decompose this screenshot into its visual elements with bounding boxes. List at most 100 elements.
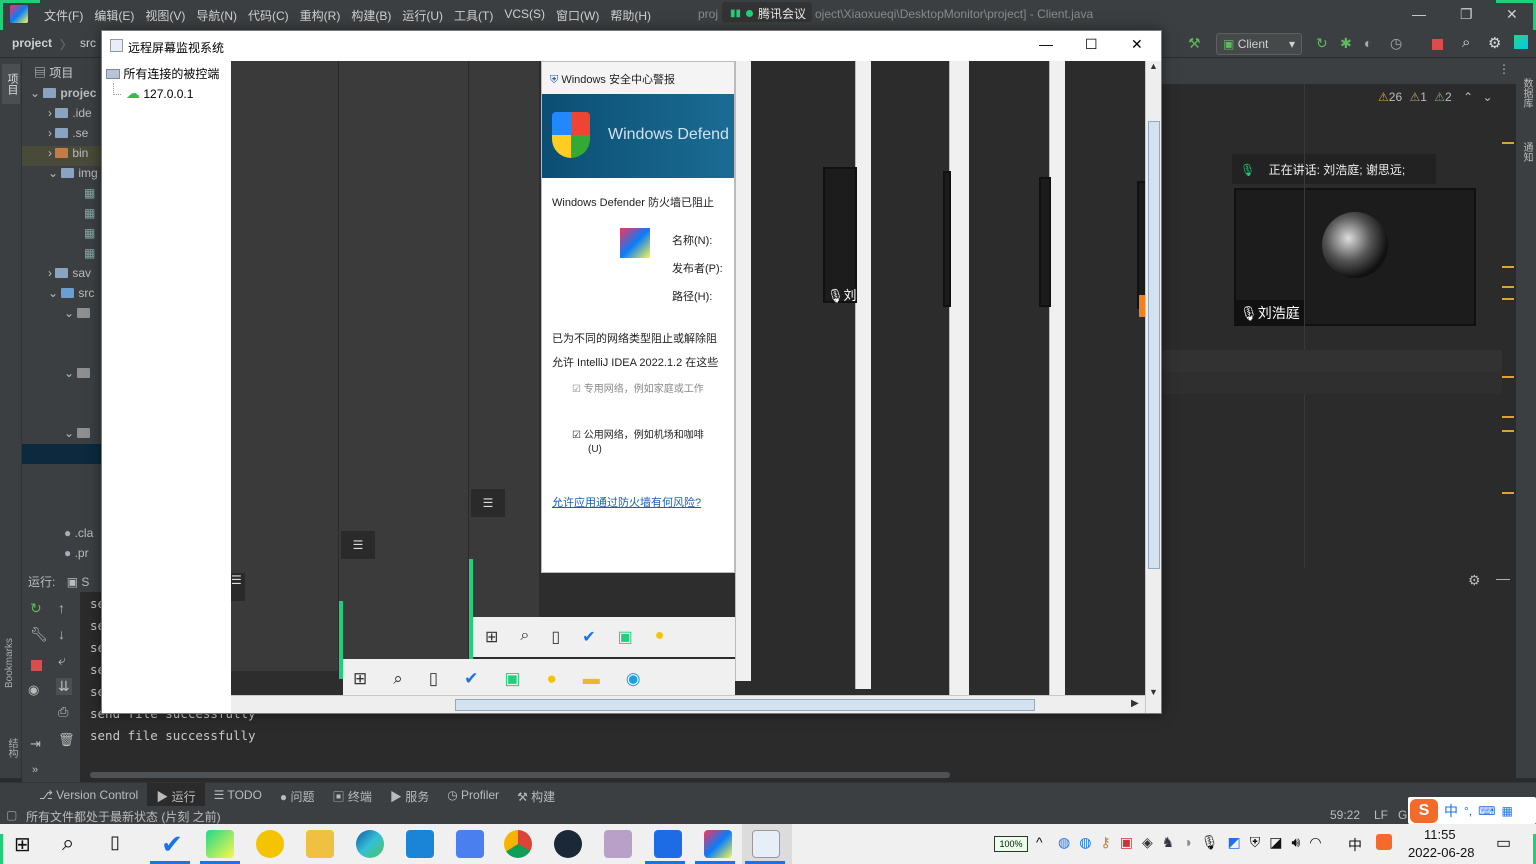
- meeting-indicator[interactable]: ▮▮ 腾讯会议: [722, 2, 812, 22]
- soft-wrap-icon[interactable]: ⤶: [58, 652, 66, 669]
- more-icon[interactable]: »: [32, 764, 38, 776]
- shield-icon[interactable]: ⛨: [1250, 834, 1261, 851]
- camera-icon[interactable]: ◉: [28, 682, 39, 698]
- tree-row-bin[interactable]: › bin: [22, 146, 102, 166]
- debug-icon[interactable]: ✱: [1340, 35, 1352, 52]
- rerun-icon[interactable]: ↻: [30, 600, 42, 617]
- down-arrow-icon[interactable]: ↓: [58, 626, 65, 642]
- build-hammer-icon[interactable]: ⚒: [1188, 35, 1201, 52]
- search-icon[interactable]: ⌕: [62, 830, 74, 856]
- tree-row-project[interactable]: ⌄ projec: [30, 86, 110, 106]
- menu-run[interactable]: 运行(U): [402, 7, 443, 24]
- vertical-scrollbar[interactable]: ▲ ▼: [1145, 61, 1161, 713]
- menu-vcs[interactable]: VCS(S): [504, 7, 545, 24]
- version-control-tab[interactable]: ⎇ Version Control: [30, 783, 147, 806]
- trash-icon[interactable]: 🗑︎: [58, 732, 75, 748]
- coverage-icon[interactable]: ◐: [1364, 35, 1372, 51]
- profiler-tab[interactable]: ◷ Profiler: [438, 783, 508, 806]
- tray-app-icon[interactable]: ◍: [1058, 834, 1070, 851]
- scroll-to-end-icon[interactable]: ⇊: [56, 678, 72, 695]
- pycharm-icon[interactable]: [206, 830, 234, 858]
- run-tab[interactable]: ▣ S: [67, 575, 90, 589]
- menu-code[interactable]: 代码(C): [248, 7, 289, 24]
- menu-help[interactable]: 帮助(H): [610, 7, 651, 24]
- tray-app-icon[interactable]: ◍: [1079, 834, 1091, 851]
- tray-app-icon[interactable]: ◈: [1142, 834, 1153, 851]
- project-tool-tab[interactable]: 项目: [2, 64, 20, 104]
- tray-key-icon[interactable]: ⚷: [1100, 834, 1110, 851]
- tree-root-node[interactable]: 所有连接的被控端: [106, 65, 219, 82]
- inspection-widget[interactable]: ⚠26 ⚠1 ⚠2 ⌃ ⌄: [1378, 90, 1493, 104]
- file-explorer-icon[interactable]: [306, 830, 334, 858]
- breadcrumb-src[interactable]: src: [80, 36, 96, 53]
- volume-icon[interactable]: 🔊︎: [1292, 834, 1301, 851]
- todo-tab[interactable]: ☰ TODO: [205, 783, 271, 806]
- breadcrumb-project[interactable]: project: [12, 36, 52, 53]
- minimize-icon[interactable]: —: [1039, 36, 1053, 52]
- close-icon[interactable]: ✕: [1131, 36, 1143, 53]
- gear-icon[interactable]: ⚙: [1488, 34, 1501, 52]
- clock-date[interactable]: 2022-06-28: [1408, 845, 1475, 860]
- chrome-icon[interactable]: [504, 830, 532, 858]
- tray-app-icon[interactable]: ◪: [1269, 834, 1282, 851]
- menu-window[interactable]: 窗口(W): [556, 7, 599, 24]
- menu-file[interactable]: 文件(F): [44, 7, 83, 24]
- chevron-up-icon[interactable]: ⌃: [1463, 90, 1473, 104]
- game-icon[interactable]: [604, 830, 632, 858]
- search-icon[interactable]: ⌕: [1462, 34, 1470, 51]
- gear-icon[interactable]: ⚙: [1468, 572, 1481, 589]
- wifi-icon[interactable]: ◠: [1309, 834, 1321, 851]
- menu-tools[interactable]: 工具(T): [454, 7, 493, 24]
- battery-indicator[interactable]: 100%: [994, 836, 1028, 852]
- problems-tab[interactable]: ● 问题: [271, 783, 324, 806]
- tray-app-icon[interactable]: ◑: [1183, 834, 1191, 851]
- ime-indicator[interactable]: 中: [1348, 835, 1362, 855]
- run-config-selector[interactable]: ▣ Client ▾: [1216, 33, 1302, 55]
- up-arrow-icon[interactable]: ↑: [58, 600, 65, 616]
- wps-icon[interactable]: [456, 830, 484, 858]
- chevron-down-icon[interactable]: ⌄: [1482, 90, 1492, 104]
- notification-center-icon[interactable]: ▭: [1496, 833, 1511, 853]
- tencent-meeting-icon[interactable]: [654, 830, 682, 858]
- terminal-tab[interactable]: ▣ 终端: [324, 783, 381, 806]
- wrench-icon[interactable]: 🔧︎: [30, 626, 48, 643]
- print-icon[interactable]: ⎙: [58, 704, 68, 720]
- more-vertical-icon[interactable]: ⋮: [1498, 62, 1510, 76]
- tray-app-icon[interactable]: ◩: [1228, 834, 1241, 851]
- menu-refactor[interactable]: 重构(R): [300, 7, 341, 24]
- scrollbar-thumb[interactable]: [1148, 121, 1160, 569]
- minimize-icon[interactable]: —: [1412, 6, 1426, 22]
- java-app-icon[interactable]: [752, 830, 780, 858]
- app-yellow-icon[interactable]: [256, 830, 284, 858]
- stop-icon[interactable]: [1432, 39, 1443, 50]
- mic-icon[interactable]: 🎙︎: [1201, 834, 1219, 851]
- clock-time[interactable]: 11:55: [1424, 827, 1456, 842]
- structure-tool-tab[interactable]: 结构: [4, 738, 19, 758]
- sogou-tray-icon[interactable]: [1376, 834, 1392, 850]
- maximize-icon[interactable]: ☐: [1085, 36, 1098, 53]
- profile-icon[interactable]: ◷: [1390, 35, 1402, 52]
- caret-position[interactable]: 59:22: [1330, 808, 1360, 822]
- services-tab[interactable]: ▶ 服务: [381, 783, 438, 806]
- minimize-panel-icon[interactable]: —: [1496, 570, 1510, 586]
- tray-app-icon[interactable]: ▣: [1120, 834, 1133, 851]
- editor-area[interactable]: ⋮ ⚠26 ⚠1 ⚠2 ⌃ ⌄ 🎙︎ 正在讲话: 刘浩庭; 谢思远; 🎙︎刘浩庭: [1160, 58, 1516, 568]
- punctuation-icon[interactable]: °,: [1464, 804, 1472, 818]
- vscode-icon[interactable]: [406, 830, 434, 858]
- stop-icon[interactable]: [31, 660, 42, 671]
- database-tool-tab[interactable]: 数据库: [1519, 78, 1534, 108]
- remote-screen-view[interactable]: ☰ ☰ ☰ ⊞ ⌕ ▯ ✔ ▣ ● ⊞ ⌕ ▯ ✔ ▣ ● ▬ ◉ ⛨ Windows 安全中心警报 W…: [231, 61, 1161, 713]
- ime-language[interactable]: 中: [1444, 801, 1458, 821]
- exit-icon[interactable]: ⇥: [30, 736, 41, 752]
- task-view-icon[interactable]: ▯: [110, 832, 120, 853]
- menu-edit[interactable]: 编辑(E): [94, 7, 134, 24]
- menu-navigate[interactable]: 导航(N): [196, 7, 237, 24]
- tray-app-icon[interactable]: ♞: [1162, 834, 1175, 851]
- status-toggle-icon[interactable]: ▢: [6, 808, 17, 822]
- keyboard-icon[interactable]: ⌨: [1478, 804, 1495, 818]
- line-separator[interactable]: LF: [1374, 808, 1388, 822]
- scroll-up-icon[interactable]: ▲: [1149, 61, 1158, 71]
- edge-icon[interactable]: [356, 830, 384, 858]
- close-icon[interactable]: ✕: [1506, 6, 1518, 23]
- menu-grid-icon[interactable]: ▦: [1501, 804, 1512, 818]
